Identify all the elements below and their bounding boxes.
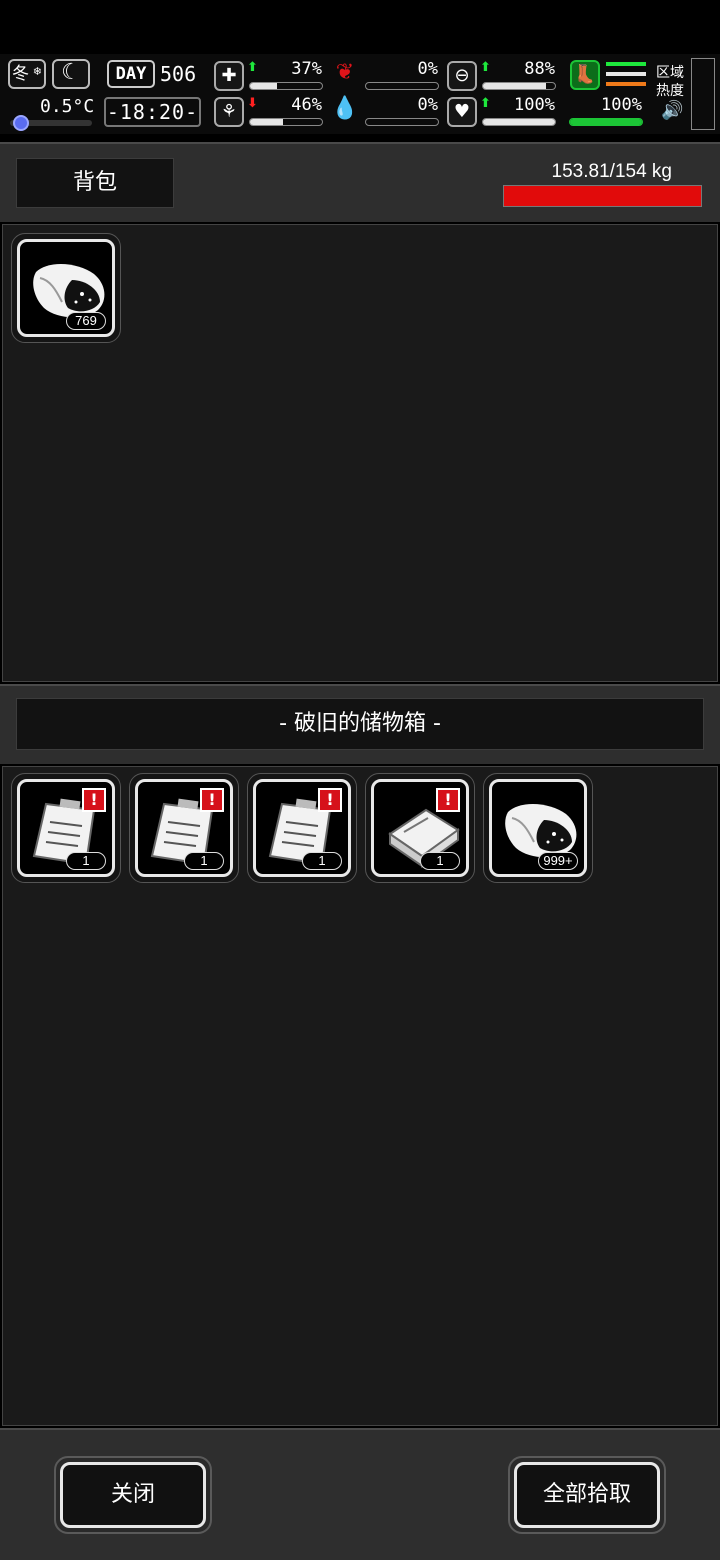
immunity-bar — [482, 82, 556, 90]
heart-trend-up-icon: ⬆ — [480, 96, 491, 111]
temperature-gauge — [10, 115, 92, 131]
thirst-value: 0% — [417, 95, 438, 115]
container-item-slot[interactable]: ! 1 — [247, 773, 357, 883]
health-trend-up-icon: ⬆ — [247, 60, 258, 75]
health-bar — [249, 82, 323, 90]
temperature-readout: 0.5°C — [40, 96, 95, 117]
region-heat-label: 区域热度 — [656, 65, 684, 99]
health-value: 37% — [291, 59, 322, 79]
container-grid: ! 1 ! 1 ! 1 ! 1 999+ — [2, 766, 718, 1426]
heart-value: 100% — [514, 95, 555, 115]
backpack-tab[interactable]: 背包 — [16, 158, 174, 208]
hunger-value: 0% — [417, 59, 438, 79]
take-all-button[interactable]: 全部拾取 — [508, 1456, 666, 1534]
menu-lines-icon[interactable] — [606, 62, 646, 92]
container-item-slot[interactable]: ! 1 — [129, 773, 239, 883]
new-item-alert-icon: ! — [318, 788, 342, 812]
item-count-badge: 1 — [66, 852, 106, 870]
day-number: 506 — [160, 62, 197, 86]
take-all-button-label: 全部拾取 — [514, 1462, 660, 1528]
item-count-badge: 1 — [302, 852, 342, 870]
item-count-badge: 1 — [420, 852, 460, 870]
hunger-bar — [365, 82, 439, 90]
backpack-header: 背包 153.81/154 kg — [0, 142, 720, 222]
season-label: 冬 — [12, 64, 29, 84]
sanity-trend-down-icon: ⬇ — [247, 96, 258, 111]
footer-bar: 关闭 全部拾取 — [0, 1428, 720, 1560]
speaker-icon[interactable]: 🔊 — [661, 100, 683, 121]
first-aid-icon[interactable]: ✚ — [214, 61, 244, 91]
water-drop-icon[interactable]: 💧 — [330, 96, 360, 126]
container-item-slot[interactable]: 999+ — [483, 773, 593, 883]
brain-icon[interactable]: ⚘ — [214, 97, 244, 127]
heart-bar — [482, 118, 556, 126]
backpack-grid: 769 — [2, 224, 718, 682]
container-header: - 破旧的储物箱 - — [0, 684, 720, 764]
thirst-bar — [365, 118, 439, 126]
item-count-badge: 1 — [184, 852, 224, 870]
game-clock: -18:20- — [104, 97, 201, 127]
immunity-trend-up-icon: ⬆ — [480, 60, 491, 75]
item-count-badge: 999+ — [538, 852, 578, 870]
immunity-value: 88% — [524, 59, 555, 79]
container-item-slot[interactable]: ! 1 — [365, 773, 475, 883]
moon-icon: ☾ — [52, 59, 90, 89]
weight-bar — [503, 185, 702, 207]
weight-readout: 153.81/154 kg — [551, 161, 672, 182]
game-screen: 冬 ❄ ☾ 0.5°C DAY 506 -18:20- ✚ ⬆ 37% ❦ 0%… — [0, 0, 720, 1560]
new-item-alert-icon: ! — [200, 788, 224, 812]
snowflake-icon: ❄ — [32, 65, 42, 78]
new-item-alert-icon: ! — [82, 788, 106, 812]
heart-icon[interactable]: ♥ — [447, 97, 477, 127]
close-button-label: 关闭 — [60, 1462, 206, 1528]
close-button[interactable]: 关闭 — [54, 1456, 212, 1534]
side-panel-handle[interactable] — [691, 58, 715, 130]
stamina-value: 100% — [601, 95, 642, 115]
stamina-bar — [569, 118, 643, 126]
day-label: DAY — [107, 60, 155, 88]
container-item-slot[interactable]: ! 1 — [11, 773, 121, 883]
sanity-bar — [249, 118, 323, 126]
temperature-gauge-knob — [13, 115, 30, 131]
season-indicator: 冬 ❄ — [8, 59, 46, 89]
boot-icon[interactable]: 👢 — [570, 60, 600, 90]
new-item-alert-icon: ! — [436, 788, 460, 812]
container-title: - 破旧的储物箱 - — [16, 698, 704, 750]
status-hud: 冬 ❄ ☾ 0.5°C DAY 506 -18:20- ✚ ⬆ 37% ❦ 0%… — [0, 54, 720, 134]
backpack-item-slot[interactable]: 769 — [11, 233, 121, 343]
item-count-badge: 769 — [66, 312, 106, 330]
pill-icon[interactable]: ⊖ — [447, 61, 477, 91]
sanity-value: 46% — [291, 95, 322, 115]
stomach-icon[interactable]: ❦ — [330, 60, 360, 90]
